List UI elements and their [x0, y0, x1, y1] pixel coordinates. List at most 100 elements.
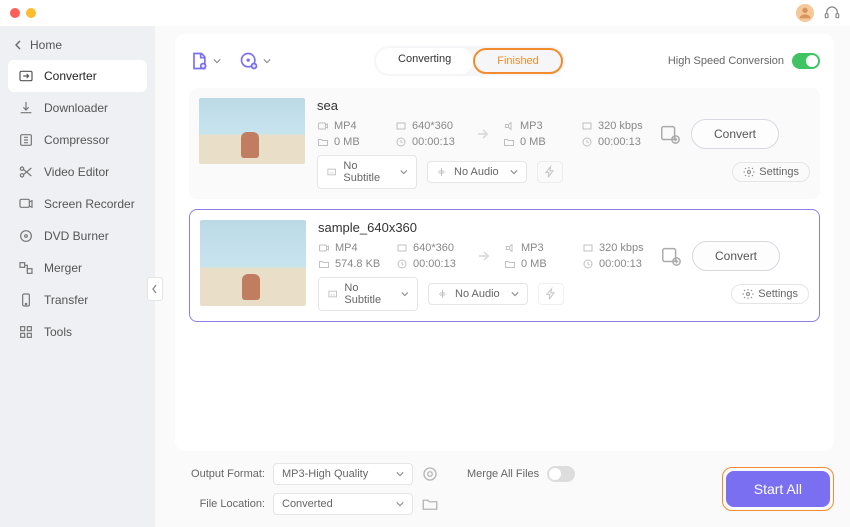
lightning-icon	[543, 165, 557, 179]
audio-select[interactable]: No Audio	[427, 161, 527, 183]
subtitle-icon	[327, 288, 338, 300]
settings-label: Settings	[759, 166, 799, 178]
src-format: MP4	[335, 242, 358, 254]
speed-button[interactable]	[538, 283, 564, 305]
add-disc-button[interactable]	[239, 51, 271, 71]
file-location-select[interactable]: Converted	[273, 493, 413, 515]
folder-icon	[504, 258, 516, 270]
convert-button[interactable]: Convert	[691, 119, 779, 149]
folder-icon	[317, 136, 329, 148]
src-dur: 00:00:13	[412, 136, 455, 148]
src-size: 0 MB	[334, 136, 360, 148]
src-res: 640*360	[413, 242, 454, 254]
window-controls[interactable]	[10, 8, 36, 18]
download-icon	[18, 100, 34, 116]
output-settings-icon[interactable]	[659, 123, 681, 145]
merge-toggle[interactable]	[547, 466, 575, 482]
clock-icon	[395, 136, 407, 148]
dst-dur: 00:00:13	[598, 136, 641, 148]
folder-icon	[318, 258, 330, 270]
format-settings-icon[interactable]	[421, 465, 439, 483]
output-settings-icon[interactable]	[660, 245, 682, 267]
disc-plus-icon	[239, 51, 259, 71]
speed-button[interactable]	[537, 161, 563, 183]
user-avatar[interactable]	[796, 4, 814, 22]
gear-icon	[742, 288, 754, 300]
sidebar-item-screen-recorder[interactable]: Screen Recorder	[8, 188, 147, 220]
subtitle-select[interactable]: No Subtitle	[318, 277, 418, 311]
subtitle-value: No Subtitle	[344, 282, 395, 306]
sidebar-item-label: Transfer	[44, 293, 88, 307]
sidebar-item-transfer[interactable]: Transfer	[8, 284, 147, 316]
bitrate-icon	[581, 120, 593, 132]
clock-icon	[396, 258, 408, 270]
record-icon	[18, 196, 34, 212]
thumbnail	[199, 98, 305, 164]
audio-icon	[503, 120, 515, 132]
thumbnail	[200, 220, 306, 306]
sidebar-item-downloader[interactable]: Downloader	[8, 92, 147, 124]
sidebar-item-label: Screen Recorder	[44, 197, 135, 211]
sidebar-item-compressor[interactable]: Compressor	[8, 124, 147, 156]
arrow-right-icon	[474, 246, 494, 266]
sidebar-item-tools[interactable]: Tools	[8, 316, 147, 348]
chevron-left-icon	[14, 40, 24, 50]
output-format-select[interactable]: MP3-High Quality	[273, 463, 413, 485]
waveform-icon	[437, 288, 449, 300]
output-format-value: MP3-High Quality	[282, 468, 368, 480]
open-folder-icon[interactable]	[421, 495, 439, 513]
sidebar-item-label: Converter	[44, 69, 97, 83]
subtitle-icon	[326, 166, 337, 178]
merge-icon	[18, 260, 34, 276]
chevron-down-icon	[401, 290, 409, 298]
file-location-label: File Location:	[175, 498, 265, 510]
audio-value: No Audio	[454, 166, 499, 178]
sidebar-item-video-editor[interactable]: Video Editor	[8, 156, 147, 188]
collapse-sidebar-button[interactable]	[147, 277, 163, 301]
close-window-icon[interactable]	[10, 8, 20, 18]
chevron-down-icon	[263, 57, 271, 65]
support-icon[interactable]	[824, 5, 840, 21]
sidebar-item-label: Tools	[44, 325, 72, 339]
start-all-button[interactable]: Start All	[726, 471, 830, 507]
subtitle-select[interactable]: No Subtitle	[317, 155, 417, 189]
media-item[interactable]: sea MP4 0 MB 640*360 00:00:13 MP3	[189, 88, 820, 199]
convert-button[interactable]: Convert	[692, 241, 780, 271]
video-icon	[318, 242, 330, 254]
dst-dur: 00:00:13	[599, 258, 642, 270]
resolution-icon	[395, 120, 407, 132]
converter-icon	[18, 68, 34, 84]
sidebar-item-label: Downloader	[44, 101, 108, 115]
arrow-right-icon	[473, 124, 493, 144]
high-speed-toggle[interactable]	[792, 53, 820, 69]
sidebar-item-merger[interactable]: Merger	[8, 252, 147, 284]
minimize-window-icon[interactable]	[26, 8, 36, 18]
add-file-button[interactable]	[189, 51, 221, 71]
sidebar-item-label: Compressor	[44, 133, 109, 147]
grid-icon	[18, 324, 34, 340]
sidebar-item-dvd-burner[interactable]: DVD Burner	[8, 220, 147, 252]
sidebar-item-converter[interactable]: Converter	[8, 60, 147, 92]
audio-select[interactable]: No Audio	[428, 283, 528, 305]
home-link[interactable]: Home	[8, 34, 147, 60]
chevron-down-icon	[213, 57, 221, 65]
transfer-icon	[18, 292, 34, 308]
media-item[interactable]: sample_640x360 MP4 574.8 KB 640*360 00:0…	[189, 209, 820, 322]
audio-icon	[504, 242, 516, 254]
settings-button[interactable]: Settings	[731, 284, 809, 304]
item-title: sea	[317, 98, 810, 113]
gear-icon	[743, 166, 755, 178]
chevron-left-icon	[151, 284, 159, 294]
home-label: Home	[30, 38, 62, 52]
chevron-down-icon	[400, 168, 408, 176]
file-plus-icon	[189, 51, 209, 71]
output-format-label: Output Format:	[175, 468, 265, 480]
folder-icon	[503, 136, 515, 148]
chevron-down-icon	[510, 168, 518, 176]
tab-converting[interactable]: Converting	[376, 48, 473, 74]
user-icon	[797, 5, 813, 21]
settings-button[interactable]: Settings	[732, 162, 810, 182]
sidebar-item-label: Video Editor	[44, 165, 109, 179]
tab-finished[interactable]: Finished	[473, 48, 563, 74]
item-title: sample_640x360	[318, 220, 809, 235]
